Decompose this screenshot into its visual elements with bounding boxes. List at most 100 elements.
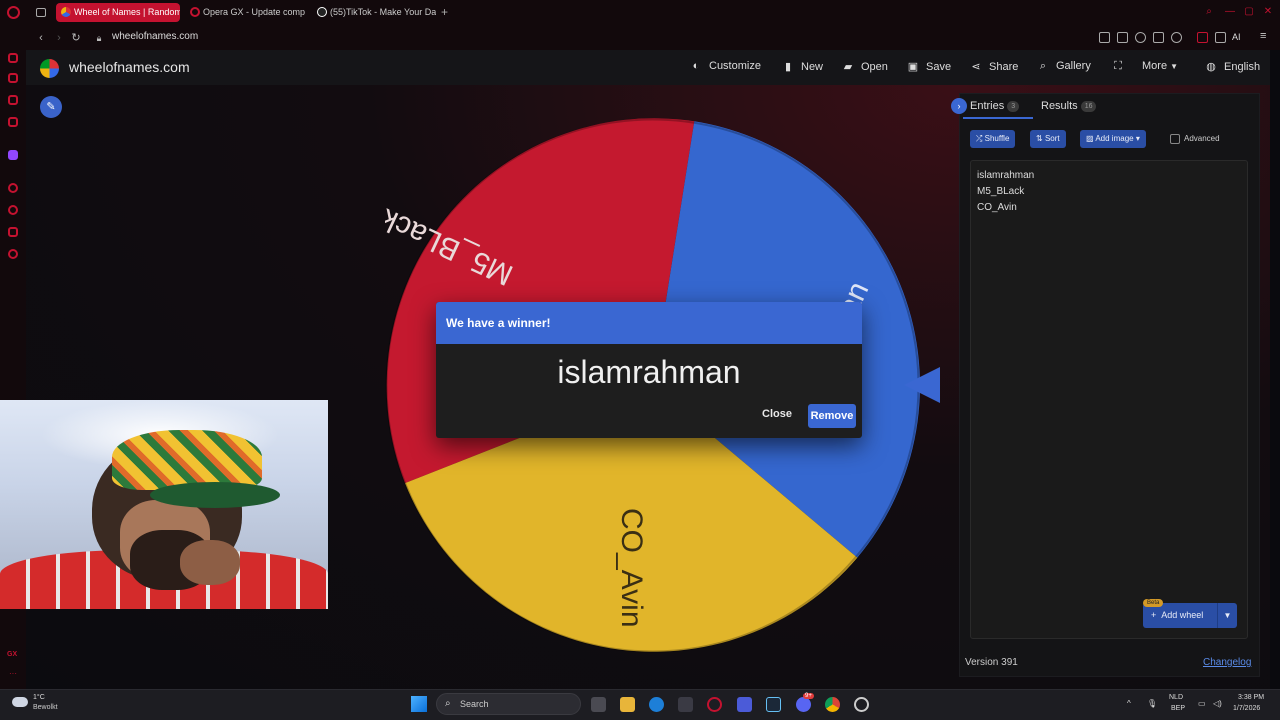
steam-icon[interactable] <box>766 697 781 712</box>
panel-collapse-button[interactable]: › <box>951 98 967 114</box>
maximize-icon[interactable]: ▢ <box>1243 6 1255 18</box>
webcam-person-cap <box>112 430 262 490</box>
forward-icon[interactable]: › <box>52 31 66 45</box>
image-icon: ▨ <box>1086 134 1094 143</box>
clock-icon[interactable] <box>8 205 18 215</box>
bookmark-icon[interactable] <box>1099 32 1110 43</box>
new-button[interactable]: ▮ New <box>782 60 823 73</box>
remove-button[interactable]: Remove <box>808 404 856 428</box>
address-bar: ‹ › ↻ 🔒︎ wheelofnames.com AI ≡ <box>26 25 1280 50</box>
site-title[interactable]: wheelofnames.com <box>69 59 190 75</box>
workspaces-icon[interactable] <box>36 8 46 17</box>
entry-line[interactable]: islamrahman <box>977 170 1034 181</box>
gx-control-icon[interactable] <box>8 53 18 63</box>
customize-button[interactable]: ◐ Customize <box>690 60 761 72</box>
file-explorer-icon[interactable] <box>620 697 635 712</box>
volume-icon[interactable]: ◁) <box>1213 699 1222 708</box>
language-indicator[interactable]: NLD <box>1169 694 1183 701</box>
history-icon[interactable] <box>8 183 18 193</box>
heart-icon[interactable] <box>1171 32 1182 43</box>
gallery-button[interactable]: ⌕ Gallery <box>1037 60 1091 73</box>
back-icon[interactable]: ‹ <box>34 31 48 45</box>
windows-taskbar <box>0 689 1280 720</box>
network-icon[interactable]: ▭ <box>1198 699 1206 708</box>
chevron-up-icon[interactable]: ^ <box>1127 699 1131 708</box>
open-button[interactable]: ▰ Open <box>842 60 888 73</box>
save-button[interactable]: ▣ Save <box>907 60 951 73</box>
messenger-icon[interactable] <box>8 95 18 105</box>
edge-icon[interactable] <box>649 697 664 712</box>
wheel-logo-icon[interactable] <box>40 59 59 78</box>
search-tabs-icon[interactable]: ⌕ <box>1203 6 1215 18</box>
chrome-icon[interactable] <box>825 697 840 712</box>
browser-tab-tiktok[interactable]: (55)TikTok - Make Your Da <box>312 3 436 22</box>
cloud-icon[interactable] <box>12 697 28 707</box>
weather-desc[interactable]: Bewolkt <box>33 704 58 711</box>
changelog-link[interactable]: Changelog <box>1203 657 1251 668</box>
ai-icon[interactable]: AI <box>1232 32 1241 42</box>
language-button[interactable]: ◍ English <box>1205 60 1260 73</box>
shuffle-button[interactable]: ⤮ Shuffle <box>970 130 1016 148</box>
microphone-icon[interactable]: 🎙︎ <box>1147 699 1157 708</box>
caret-down-icon: ▾ <box>1135 134 1140 143</box>
extensions-sidebar-icon[interactable] <box>8 227 18 237</box>
task-view-icon[interactable] <box>591 697 606 712</box>
keyboard-indicator[interactable]: BEP <box>1171 705 1185 712</box>
advanced-checkbox[interactable] <box>1170 134 1180 144</box>
add-wheel-dropdown[interactable]: ▼ <box>1217 603 1237 628</box>
store-icon[interactable] <box>678 697 693 712</box>
entry-line[interactable]: M5_BLack <box>977 186 1024 197</box>
opera-gx-icon <box>190 7 200 17</box>
opera-gx-taskbar-icon[interactable] <box>707 697 722 712</box>
wheel-pointer <box>904 367 940 403</box>
player-icon[interactable] <box>1153 32 1164 43</box>
close-window-icon[interactable]: ✕ <box>1262 6 1274 18</box>
taskbar-search[interactable] <box>436 693 581 715</box>
entries-textarea[interactable] <box>970 160 1248 639</box>
webcam-overlay <box>0 400 328 609</box>
reload-icon[interactable]: ↻ <box>69 31 83 45</box>
more-button[interactable]: More ▼ <box>1142 60 1178 72</box>
gx-corner-icon[interactable] <box>8 73 18 83</box>
snapshot-icon[interactable] <box>1117 32 1128 43</box>
version-label: Version 391 <box>965 657 1018 668</box>
wheel-label-avin: CO_Avin <box>615 508 648 628</box>
clock-time[interactable]: 3:38 PM <box>1238 694 1264 701</box>
menu-icon[interactable]: ≡ <box>1260 30 1266 42</box>
chevron-right-icon: › <box>957 101 961 111</box>
share-button[interactable]: ⋖ Share <box>970 60 1018 73</box>
download-icon[interactable] <box>1215 32 1226 43</box>
discord-badge: 9+ <box>803 693 814 699</box>
browser-tab-wheel[interactable]: Wheel of Names | Random <box>56 3 180 22</box>
discord-icon[interactable] <box>796 697 811 712</box>
weather-temp[interactable]: 1°C <box>33 694 45 701</box>
new-tab-icon[interactable]: + <box>441 5 448 19</box>
opera-menu-icon[interactable] <box>7 6 20 19</box>
twitch-icon[interactable] <box>8 150 18 160</box>
close-button[interactable]: Close <box>762 408 792 420</box>
url-field[interactable]: wheelofnames.com <box>112 31 198 42</box>
entry-line[interactable]: CO_Avin <box>977 202 1017 213</box>
fullscreen-icon: ⛶ <box>1114 60 1122 72</box>
edit-wheel-button[interactable]: ✎ <box>40 96 62 118</box>
sort-button[interactable]: ⇅ Sort <box>1030 130 1066 148</box>
tab-entries[interactable]: Entries 3 <box>970 100 1020 112</box>
extensions-icon[interactable] <box>1197 32 1208 43</box>
clock-date[interactable]: 1/7/2026 <box>1233 705 1260 712</box>
add-image-button[interactable]: ▨ Add image ▾ <box>1080 130 1146 148</box>
settings-icon[interactable] <box>8 249 18 259</box>
adblock-icon[interactable] <box>1135 32 1146 43</box>
browser-tab-opera[interactable]: Opera GX - Update comp <box>185 3 307 22</box>
start-button[interactable] <box>411 696 427 712</box>
app-icon[interactable] <box>737 697 752 712</box>
shuffle-icon: ⤮ <box>976 134 983 143</box>
dialog-title: We have a winner! <box>446 316 551 330</box>
fullscreen-button[interactable]: ⛶ <box>1112 60 1131 73</box>
browser-tab-strip: Wheel of Names | Random Opera GX - Updat… <box>0 0 1280 25</box>
pencil-icon: ✎ <box>46 101 56 113</box>
tab-results[interactable]: Results 16 <box>1041 100 1097 112</box>
obs-icon[interactable] <box>854 697 869 712</box>
minimize-icon[interactable]: — <box>1224 6 1236 18</box>
more-sidebar-icon[interactable]: ··· <box>9 669 17 678</box>
mail-icon[interactable] <box>8 117 18 127</box>
